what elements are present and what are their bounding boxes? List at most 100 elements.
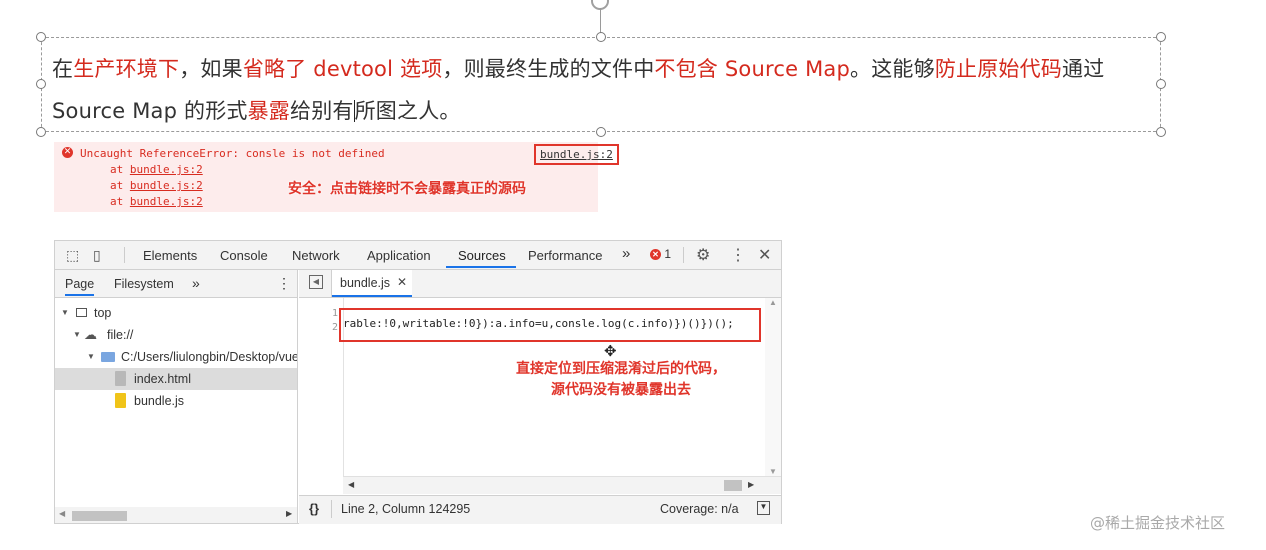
stack-frame: at bundle.js:2 [110,179,203,192]
cloud-icon: ☁ [84,327,97,342]
tree-item-file[interactable]: ▼ ☁ file:// [55,324,297,346]
highlighted-text: 生产环境下 [73,57,180,81]
js-file-icon [115,393,126,408]
tab-console[interactable]: Console [220,248,268,263]
tab-network[interactable]: Network [292,248,340,263]
stack-frame: at bundle.js:2 [110,163,203,176]
stack-link[interactable]: bundle.js:2 [130,163,203,176]
navigator-scrollbar[interactable]: ◀ ▶ [55,507,297,523]
kebab-menu-icon[interactable]: ⋮ [277,275,291,292]
error-source-link[interactable]: bundle.js:2 [534,144,619,165]
tab-elements[interactable]: Elements [143,248,197,263]
scrollbar-thumb[interactable] [724,480,742,491]
resize-handle-top-left[interactable] [36,32,46,42]
tab-filesystem[interactable]: Filesystem [114,277,174,291]
resize-handle-bottom-right[interactable] [1156,127,1166,137]
annotation-line: 源代码没有被暴露出去 [551,382,691,398]
resize-handle-right[interactable] [1156,79,1166,89]
code-line: rable:!0,writable:!0}):a.info=u,consle.l… [343,317,734,330]
tree-label: index.html [134,372,191,386]
console-error-panel: ✕ Uncaught ReferenceError: consle is not… [54,142,619,212]
rotate-handle-line [600,8,601,33]
resize-handle-top-right[interactable] [1156,32,1166,42]
close-icon[interactable]: ✕ [758,245,771,265]
tab-page[interactable]: Page [65,277,95,296]
editor-tab-bundle[interactable]: bundle.js ✕ [332,270,412,297]
settings-gear-icon[interactable]: ⚙ [696,245,710,265]
active-tab-indicator [446,266,516,268]
scroll-left-icon[interactable]: ◀ [348,480,354,489]
coverage-toggle-icon[interactable]: ▼ [757,501,770,515]
highlighted-text: 不包含 Source Map [654,57,850,81]
line-number: 1 [332,308,339,319]
stack-prefix: at [110,179,130,192]
code-line-highlight[interactable]: rable:!0,writable:!0}):a.info=u,consle.l… [339,308,761,342]
resize-handle-left[interactable] [36,79,46,89]
scroll-down-icon[interactable]: ▼ [769,467,777,476]
error-circle-icon: ✕ [62,147,73,158]
slide-paragraph[interactable]: 在生产环境下，如果省略了 devtool 选项，则最终生成的文件中不包含 Sou… [52,48,1152,132]
tree-item-top[interactable]: ▼ top [55,302,297,324]
stack-prefix: at [110,195,130,208]
highlighted-text: 暴露 [247,99,290,123]
resize-handle-top[interactable] [596,32,606,42]
coverage-status: Coverage: n/a [660,502,739,516]
editor-tab-label: bundle.js [340,276,391,290]
toggle-navigator-icon[interactable]: ◀ [309,275,323,289]
annotation-line: 直接定位到压缩混淆过后的代码， [516,361,726,377]
annotation-minified: 直接定位到压缩混淆过后的代码， 源代码没有被暴露出去 [493,359,749,401]
device-toggle-icon[interactable]: ▯ [93,247,101,264]
pretty-print-button[interactable]: {} [309,501,319,516]
frame-icon [76,308,87,317]
file-icon [115,371,126,386]
error-dot-icon: ✕ [650,249,661,260]
cursor-position: Line 2, Column 124295 [341,502,471,516]
tree-item-index[interactable]: index.html [55,368,297,390]
resize-handle-bottom-left[interactable] [36,127,46,137]
move-cursor-icon: ✥ [604,342,617,360]
tree-item-bundle[interactable]: bundle.js [55,390,297,412]
status-divider [331,500,332,518]
error-message: Uncaught ReferenceError: consle is not d… [80,147,385,160]
editor-horizontal-scrollbar[interactable]: ◀ ▶ [343,476,781,494]
scrollbar-thumb[interactable] [72,511,127,521]
more-navigator-tabs[interactable]: » [192,275,200,291]
more-tabs-button[interactable]: » [622,245,630,262]
text-segment: 给别有 [290,99,354,123]
close-tab-icon[interactable]: ✕ [397,275,407,289]
scroll-right-icon[interactable]: ▶ [748,480,754,489]
tab-performance[interactable]: Performance [528,248,602,263]
text-segment: ，则最终生成的文件中 [442,57,655,81]
text-segment: ，如果 [179,57,243,81]
scroll-up-icon[interactable]: ▲ [769,298,777,307]
kebab-menu-icon[interactable]: ⋮ [730,245,746,265]
stack-link[interactable]: bundle.js:2 [130,179,203,192]
editor-vertical-scrollbar[interactable]: ▲ ▼ [765,298,781,476]
stack-link[interactable]: bundle.js:2 [130,195,203,208]
error-count-badge[interactable]: ✕ 1 [650,247,671,261]
tree-item-folder[interactable]: ▼ C:/Users/liulongbin/Desktop/vue [55,346,297,368]
tab-sources[interactable]: Sources [458,248,506,263]
tab-application[interactable]: Application [367,248,431,263]
stack-frame: at bundle.js:2 [110,195,203,208]
scroll-right-icon[interactable]: ▶ [286,509,292,518]
expand-arrow-icon: ▼ [73,330,81,339]
tree-label: bundle.js [134,394,185,408]
error-count: 1 [664,247,672,261]
highlighted-text: 省略了 devtool 选项 [242,57,443,81]
editor-status-bar: {} Line 2, Column 124295 Coverage: n/a ▼ [299,495,781,524]
tree-label: C:/Users/liulongbin/Desktop/vue [121,350,297,364]
highlighted-text: 防止原始代码 [934,57,1063,81]
expand-arrow-icon: ▼ [61,308,69,317]
stack-prefix: at [110,163,130,176]
scroll-left-icon[interactable]: ◀ [59,509,65,518]
annotation-security: 安全：点击链接时不会暴露真正的源码 [288,181,526,197]
line-number-gutter: 1 2 [299,298,344,493]
toolbar-divider [683,247,684,263]
watermark: @稀土掘金技术社区 [1090,514,1226,532]
inspect-element-icon[interactable]: ⬚ [66,247,79,264]
devtools-toolbar: ⬚ ▯ Elements Console Network Application… [55,241,781,270]
expand-arrow-icon: ▼ [87,352,95,361]
text-segment: 所图之人。 [354,99,461,123]
folder-icon [101,352,115,362]
